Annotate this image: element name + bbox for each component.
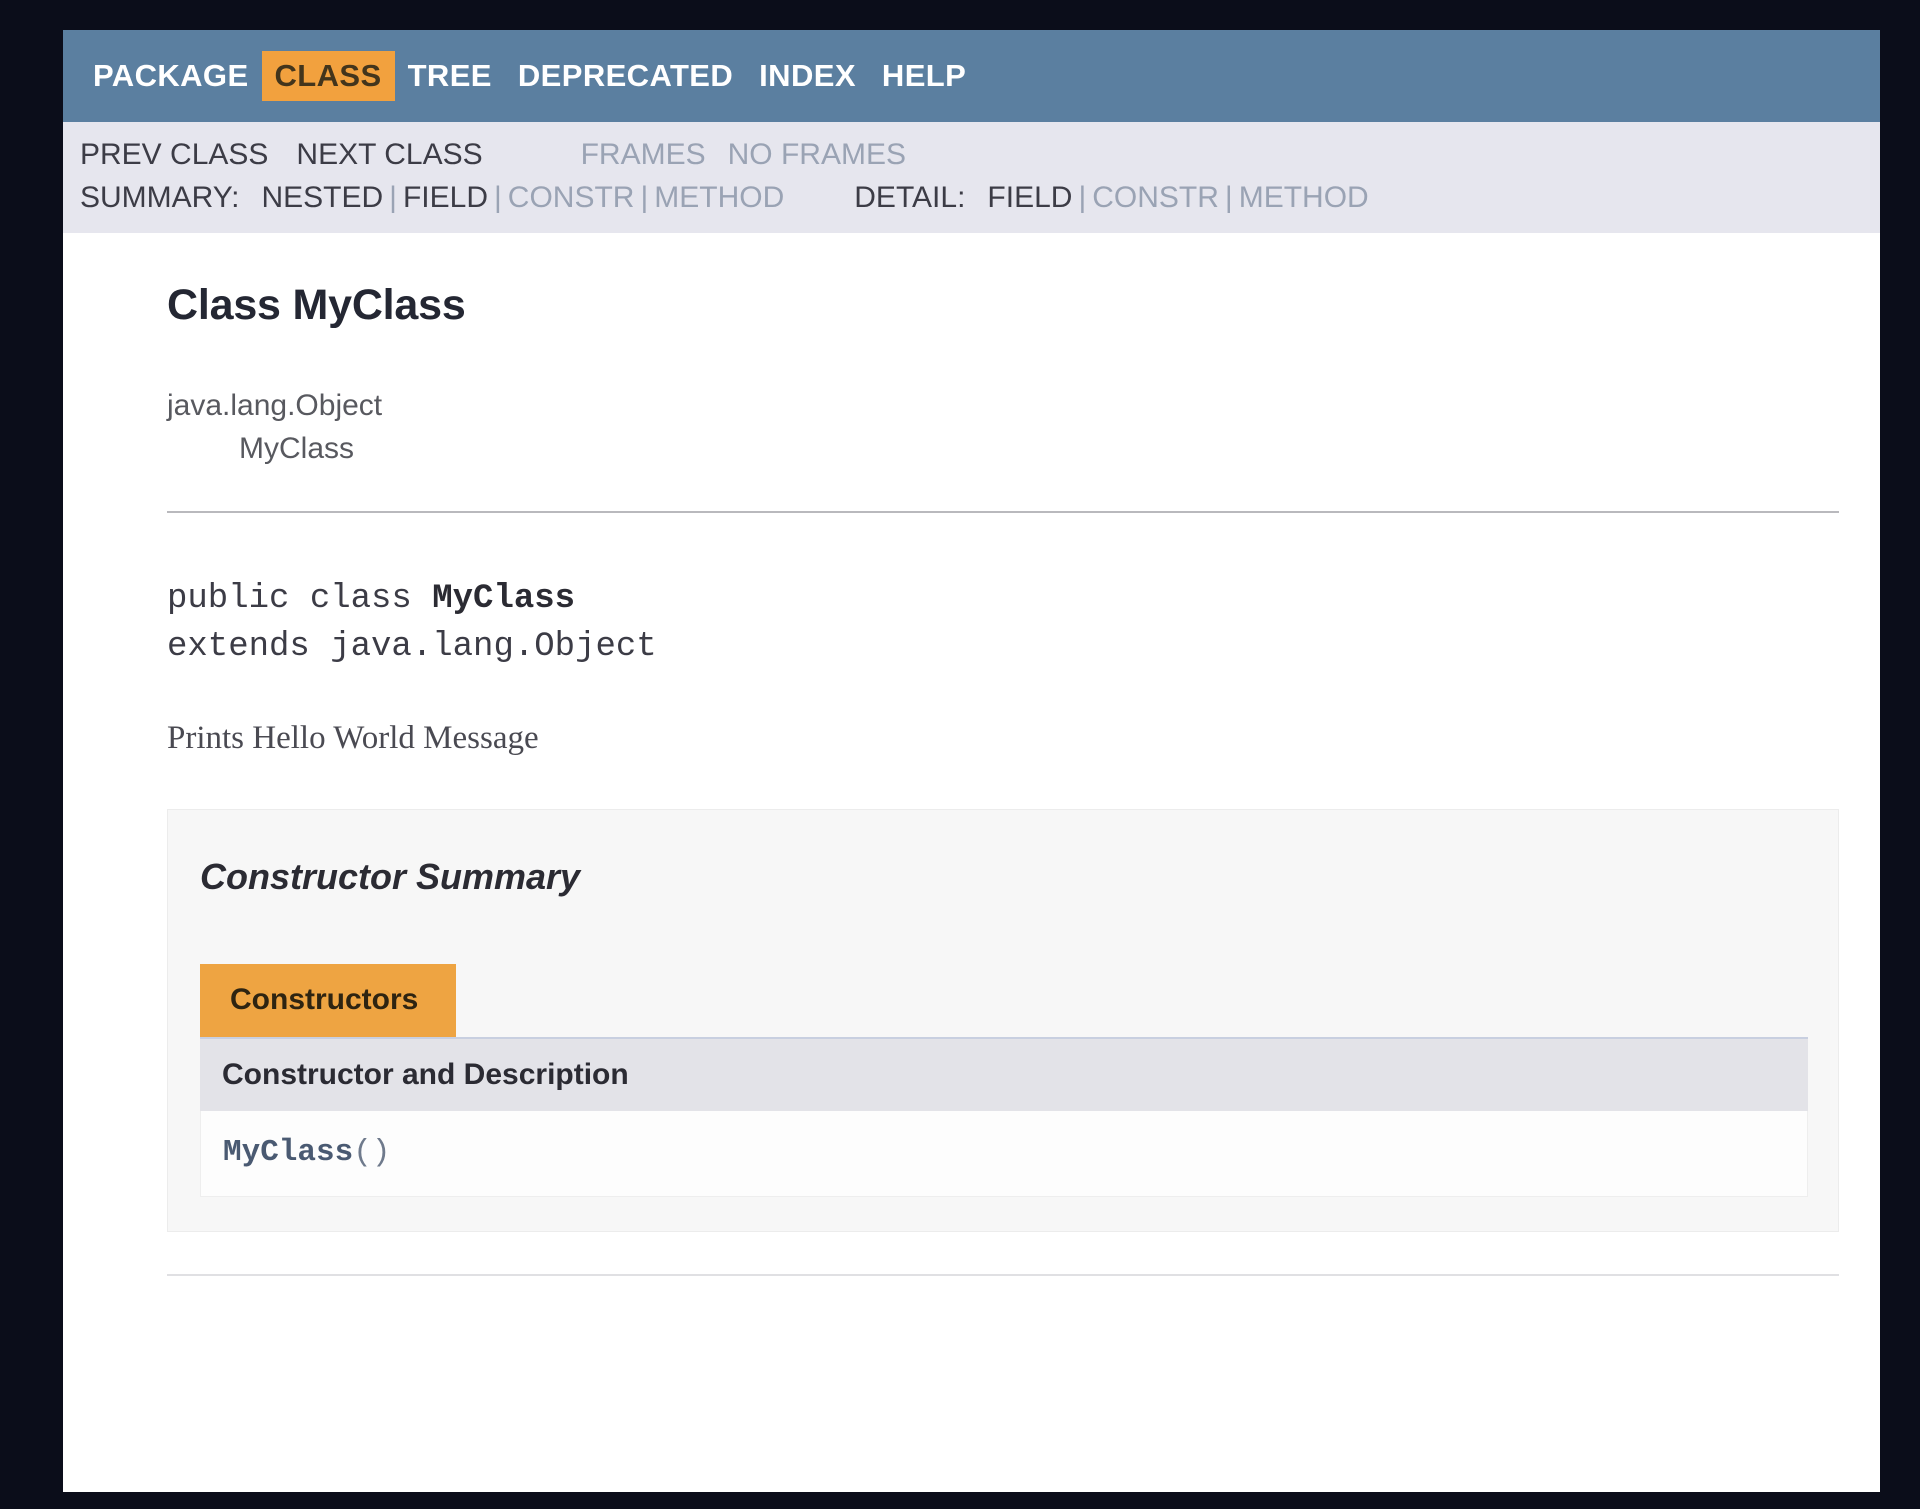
summary-nested-link[interactable]: NESTED [261, 177, 383, 220]
class-declaration: public class MyClass extends java.lang.O… [167, 575, 1880, 672]
separator: | [1224, 180, 1233, 214]
table-row[interactable]: MyClass() [200, 1110, 1808, 1197]
nav-item-tree[interactable]: TREE [395, 51, 505, 101]
nav-item-index[interactable]: INDEX [746, 51, 869, 101]
declaration-line-2: extends java.lang.Object [167, 628, 657, 667]
inheritance-parent[interactable]: java.lang.Object [167, 385, 1880, 428]
separator: | [494, 180, 502, 214]
separator: | [389, 180, 397, 214]
constructor-summary-section: Constructor Summary Constructors Constru… [167, 808, 1839, 1232]
next-class-link[interactable]: NEXT CLASS [296, 134, 482, 177]
page-title: Class MyClass [167, 281, 466, 330]
prev-class-link[interactable]: PREV CLASS [80, 134, 268, 177]
subnav-row-summary-detail: SUMMARY: NESTED | FIELD | CONSTR | METHO… [80, 177, 1880, 220]
constructor-summary-heading: Constructor Summary [200, 855, 581, 897]
subnav-row-class-links: PREV CLASS NEXT CLASS FRAMES NO FRAMES [80, 134, 1880, 177]
detail-constr-link[interactable]: CONSTR [1092, 177, 1219, 220]
detail-field-link[interactable]: FIELD [987, 177, 1072, 220]
summary-label: SUMMARY: [80, 180, 240, 214]
constructor-tab-list: Constructors [200, 963, 1838, 1037]
constructor-parens: () [353, 1134, 391, 1170]
frames-link[interactable]: FRAMES [581, 134, 706, 177]
nav-item-package[interactable]: PACKAGE [80, 51, 262, 101]
declaration-modifiers: public class [167, 579, 433, 618]
bottom-divider [167, 1273, 1839, 1276]
detail-method-link[interactable]: METHOD [1239, 177, 1369, 220]
tab-constructors[interactable]: Constructors [200, 963, 457, 1037]
class-description: Prints Hello World Message [167, 719, 539, 756]
detail-label: DETAIL: [854, 180, 966, 214]
javadoc-page: PACKAGE CLASS TREE DEPRECATED INDEX HELP… [63, 30, 1880, 1492]
inheritance-child: MyClass [239, 432, 355, 466]
inheritance-tree: java.lang.Object MyClass [167, 385, 1880, 471]
separator: | [1078, 180, 1087, 214]
sub-navigation-bar: PREV CLASS NEXT CLASS FRAMES NO FRAMES S… [63, 122, 1880, 234]
declaration-class-name: MyClass [432, 579, 576, 618]
no-frames-link[interactable]: NO FRAMES [728, 134, 906, 177]
nav-item-help[interactable]: HELP [869, 51, 979, 101]
table-column-header: Constructor and Description [200, 1036, 1808, 1111]
summary-field-link[interactable]: FIELD [403, 177, 488, 220]
nav-item-class[interactable]: CLASS [261, 51, 395, 101]
main-content: Class MyClass java.lang.Object MyClass p… [63, 281, 1880, 1276]
separator: | [640, 180, 649, 214]
divider [167, 510, 1839, 513]
constructor-name[interactable]: MyClass [223, 1135, 353, 1170]
top-navigation-bar: PACKAGE CLASS TREE DEPRECATED INDEX HELP [63, 30, 1880, 122]
nav-item-deprecated[interactable]: DEPRECATED [505, 51, 746, 101]
summary-constr-link[interactable]: CONSTR [508, 177, 635, 220]
summary-method-link[interactable]: METHOD [654, 177, 784, 220]
declaration-line-1: public class MyClass [167, 575, 1880, 623]
